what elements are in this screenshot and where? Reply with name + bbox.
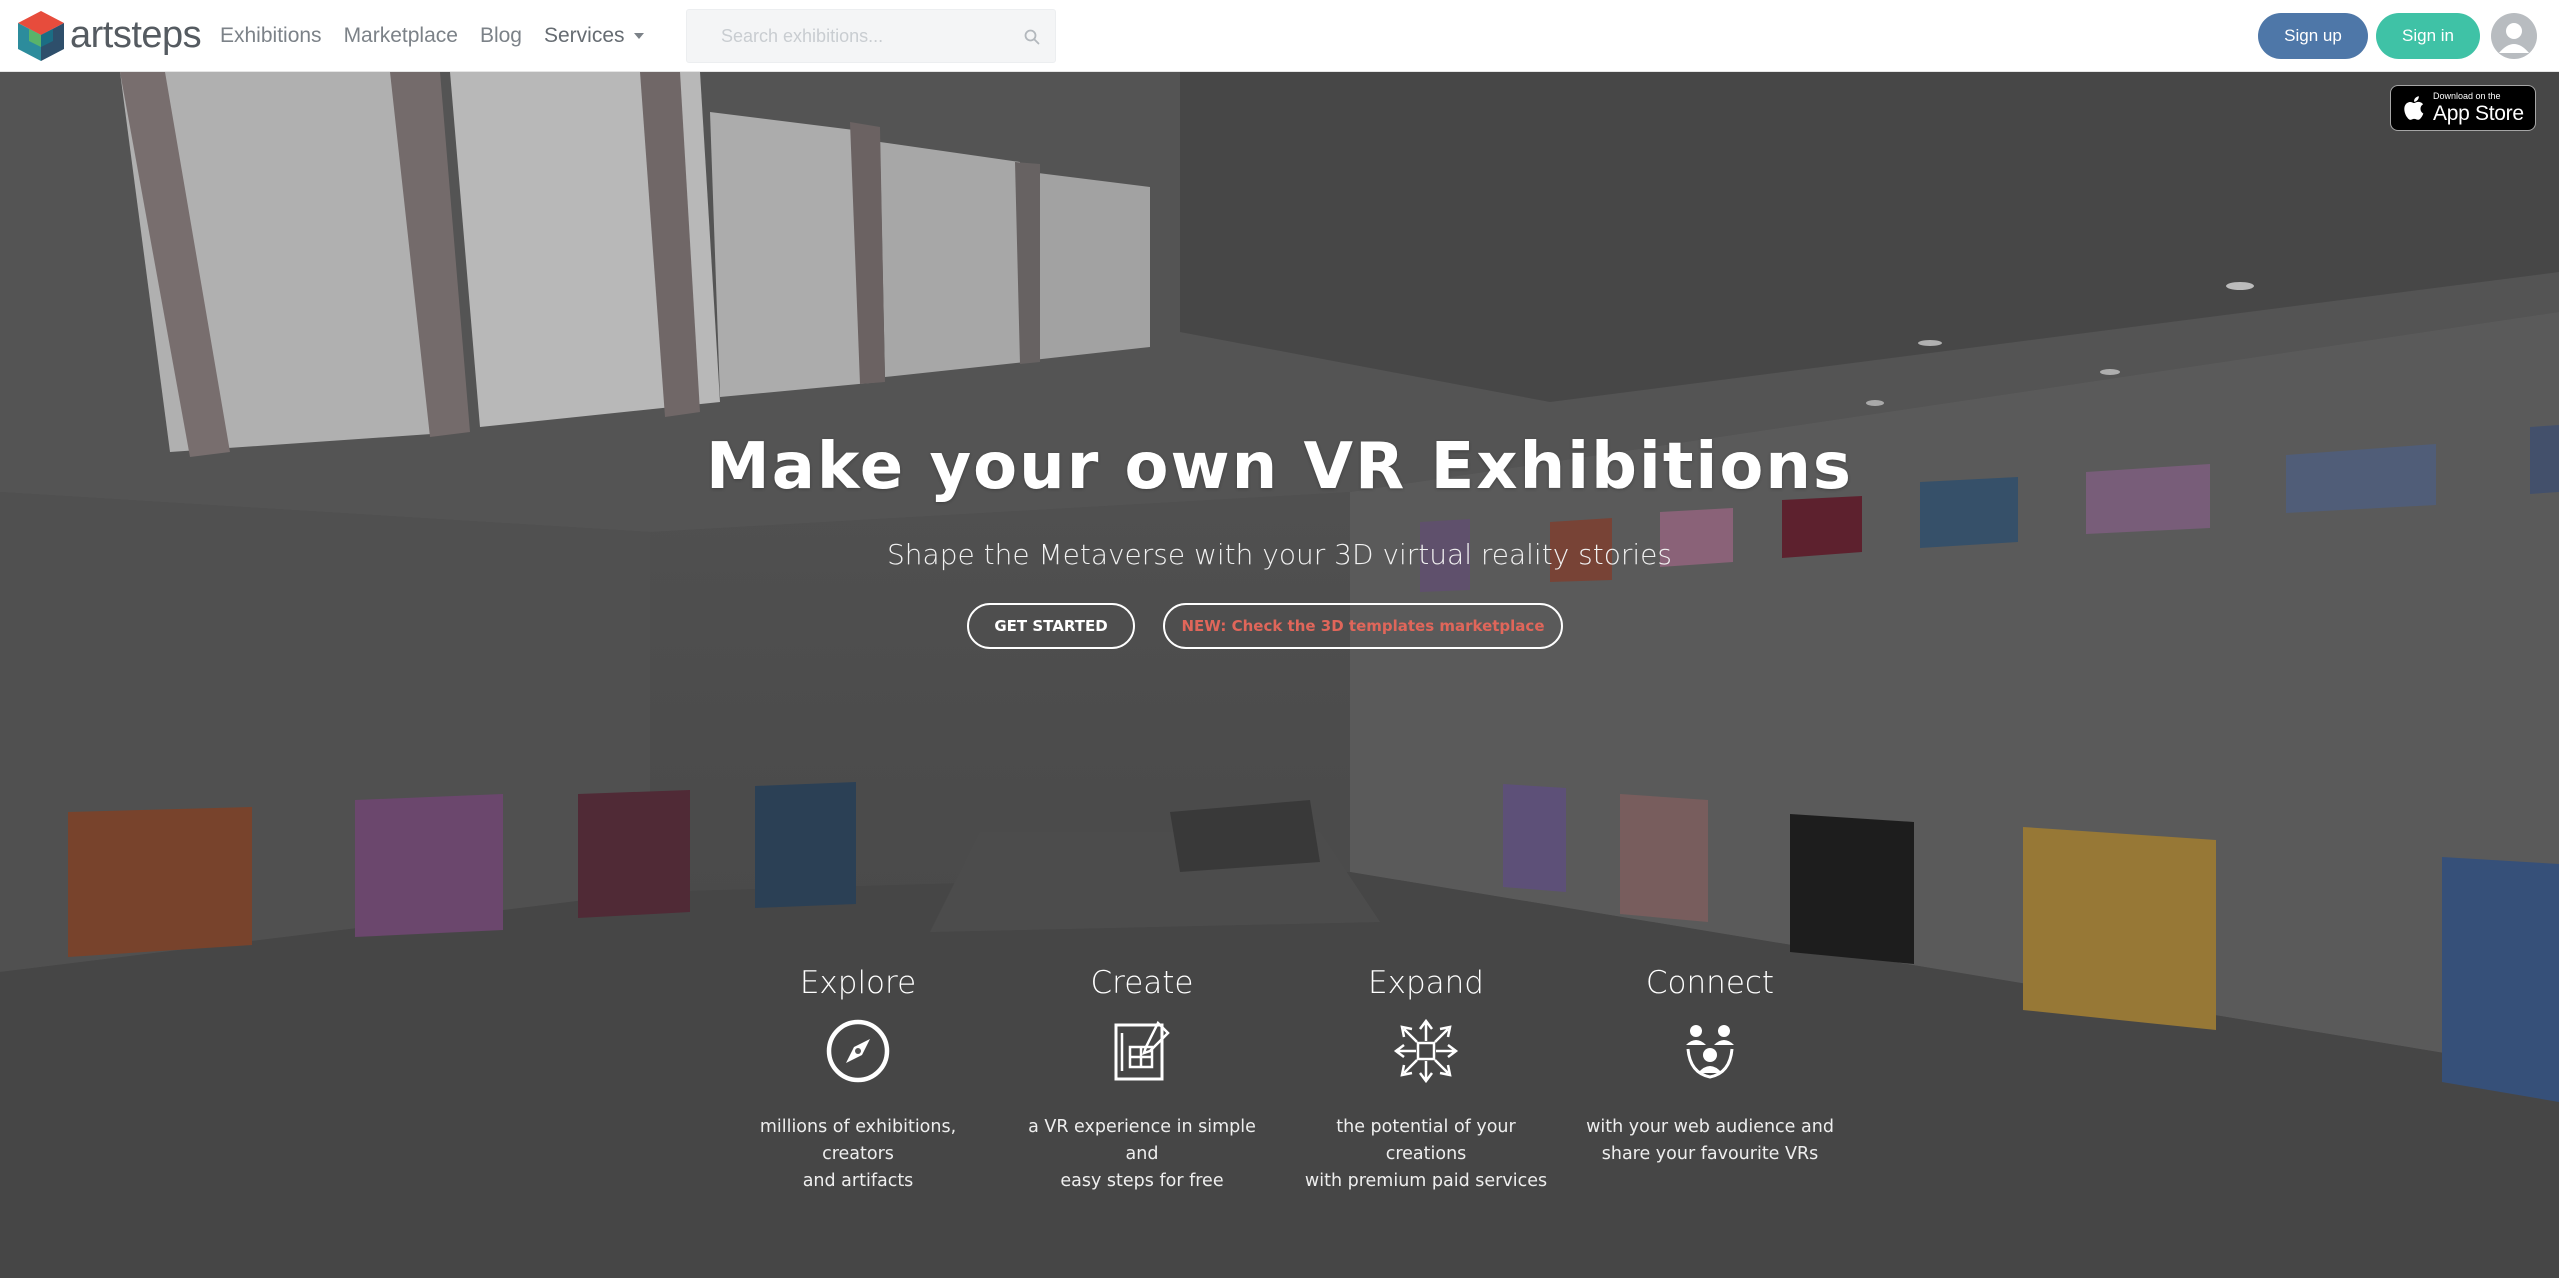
app-store-badge[interactable]: Download on the App Store (2390, 85, 2536, 131)
nav-blog[interactable]: Blog (480, 24, 522, 48)
feature-title: Explore (799, 965, 917, 1001)
nav-services-dropdown[interactable]: Services (544, 24, 644, 48)
user-avatar-icon[interactable] (2491, 13, 2537, 59)
feature-desc-line2: and artifacts (802, 1171, 914, 1191)
feature-desc-line2: easy steps for free (1060, 1171, 1224, 1191)
feature-expand: Expand the potential of your creations w… (1284, 965, 1568, 1195)
search-box (686, 9, 1056, 63)
brand-name: artsteps (70, 13, 202, 56)
nav-marketplace[interactable]: Marketplace (344, 24, 458, 48)
feature-desc-line1: millions of exhibitions, creators (759, 1117, 957, 1164)
chevron-down-icon (633, 33, 644, 39)
compass-icon (826, 1019, 890, 1083)
get-started-button[interactable]: GET STARTED (967, 603, 1135, 649)
feature-create: Create a VR experience in simple and eas… (1000, 965, 1284, 1195)
top-navbar: artsteps Exhibitions Marketplace Blog Se… (0, 0, 2559, 72)
nav-links: Exhibitions Marketplace Blog Services (220, 0, 666, 72)
feature-connect: Connect with your web audience and share… (1568, 965, 1852, 1168)
feature-title: Create (1090, 965, 1194, 1001)
search-input[interactable] (687, 10, 1055, 62)
feature-desc-line2: share your favourite VRs (1601, 1144, 1819, 1164)
expand-arrows-icon (1393, 1018, 1459, 1084)
templates-marketplace-button[interactable]: NEW: Check the 3D templates marketplace (1163, 603, 1563, 649)
nav-services-label: Services (543, 24, 625, 47)
signup-button[interactable]: Sign up (2258, 13, 2368, 59)
artsteps-logo[interactable]: artsteps (14, 7, 202, 63)
feature-desc-line1: a VR experience in simple and (1028, 1117, 1256, 1164)
feature-title: Expand (1368, 965, 1484, 1001)
app-store-small-text: Download on the (2433, 91, 2501, 101)
feature-title: Connect (1645, 965, 1775, 1001)
feature-explore: Explore millions of exhibitions, creator… (716, 965, 1000, 1195)
hero-title: Make your own VR Exhibitions (706, 430, 1853, 504)
signin-button[interactable]: Sign in (2376, 13, 2480, 59)
feature-desc-line1: the potential of your creations (1336, 1117, 1516, 1164)
features-row: Explore millions of exhibitions, creator… (716, 965, 1852, 1191)
feature-desc-line1: with your web audience and (1586, 1117, 1834, 1137)
app-store-big-text: App Store (2433, 102, 2524, 125)
artsteps-cube-icon (18, 11, 64, 61)
feature-desc-line2: with premium paid services (1304, 1171, 1548, 1191)
hero-section: Download on the App Store Make your own … (0, 72, 2559, 1278)
search-icon[interactable] (1023, 28, 1041, 46)
hero-subtitle: Shape the Metaverse with your 3D virtual… (887, 538, 1672, 571)
people-network-icon (1686, 1025, 1734, 1079)
apple-icon (2404, 96, 2424, 120)
nav-exhibitions[interactable]: Exhibitions (220, 24, 322, 48)
blueprint-pen-icon (1114, 1020, 1170, 1081)
